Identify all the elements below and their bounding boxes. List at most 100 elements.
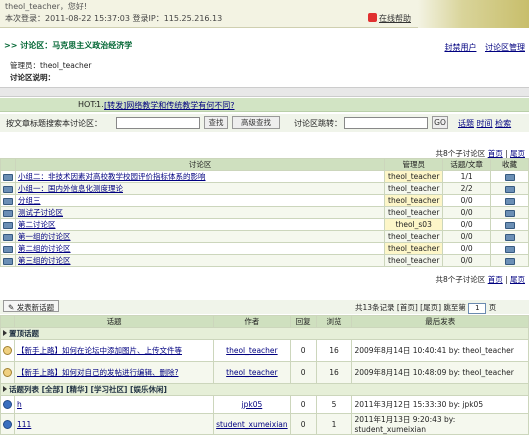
last-page-link[interactable]: 尾页 [510,275,525,284]
forum-row: 第二讨论区 theol_s03 0/0 [0,218,529,231]
forum-link[interactable]: 分组三 [18,196,41,205]
favorite-icon[interactable] [504,245,515,253]
forum-link[interactable]: 第二讨论区 [18,220,56,229]
favorite-icon[interactable] [504,209,515,217]
page-select[interactable]: 1 [468,302,487,314]
forum-total: 共8个子讨论区 [435,149,486,158]
jump-label: 讨论区跳转： [294,119,342,128]
topic-header-row: 话题 作者 回复 浏览 最后发表 [0,315,529,328]
author-link[interactable]: student_xumeixian [216,420,288,429]
collapse-icon[interactable] [3,386,7,392]
collapse-icon[interactable] [3,330,7,336]
folder-icon [3,221,13,229]
author-link[interactable]: theol_teacher [226,368,277,377]
first-page-link[interactable]: 首页 [488,275,503,284]
admin-label: 管理员：theol_teacher [10,61,92,70]
hot-topic-link[interactable]: [转发]网络教学和传统教学有何不同? [104,100,235,111]
favorite-icon[interactable] [504,221,515,229]
forum-row: 第二组的讨论区 theol_teacher 0/0 [0,242,529,255]
col-reply: 回复 [289,315,317,328]
forum-link[interactable]: 小组一：国内外信息化测度理论 [18,184,123,193]
go-button[interactable]: GO [432,116,448,129]
pinned-section-row: 置顶话题 [0,327,529,340]
folder-icon [3,245,13,253]
favorite-icon[interactable] [504,173,515,181]
forum-link[interactable]: 第三组的讨论区 [18,256,71,265]
advanced-search-button[interactable]: 高级查找 [232,116,280,129]
author-link[interactable]: jpk05 [242,400,263,409]
jump-select[interactable] [344,117,428,129]
forum-row: 小组二：非技术因素对高校教学校园评价指标体系的影响 theol_teacher 1/… [0,170,529,183]
welcome-text: theol_teacher，您好! [5,2,88,11]
breadcrumb: >> 讨论区：马克思主义政治经济学 [4,41,133,50]
hot-num: 1. [96,100,104,109]
pinned-topic-row: 【新手上路】如何在论坛中添加图片、上传文件等 theol_teacher 0 16 20… [0,339,529,362]
folder-icon [3,197,13,205]
first-page-link[interactable]: 首页 [488,149,503,158]
hot-label: HOT: [78,100,98,109]
divider [0,87,529,97]
sort-search-link[interactable]: 检索 [495,119,511,128]
forum-row: 分组三 theol_teacher 0/0 [0,194,529,207]
forum-link[interactable]: 第一组的讨论区 [18,232,71,241]
header-decoration [418,0,529,28]
favorite-icon[interactable] [504,185,515,193]
forum-row: 小组一：国内外信息化测度理论 theol_teacher 2/2 [0,182,529,195]
col-fav: 收藏 [490,158,529,171]
forum-link[interactable]: 测试子讨论区 [18,208,63,217]
sort-time-link[interactable]: 时间 [477,119,493,128]
forum-header-row: 讨论区 管理员 话题/文章 收藏 [0,158,529,171]
hot-topic-bar: HOT: 1. [转发]网络教学和传统教学有何不同? [0,98,529,112]
topic-row: h jpk05 0 5 2011年3月12日 15:33:30 by: jpk05 [0,395,529,414]
pin-icon [3,368,12,378]
pinned-topic-row: 【新手上路】如何对自己的发帖进行编辑、删除? theol_teacher 0 16 20… [0,361,529,384]
topic-pager: 共13条记录 [首页] [尾页] 跳至第 1 页 [355,302,497,314]
folder-icon [3,233,13,241]
topic-list-section-row: 话题列表 [全部] [精华] [学习社区] [娱乐休闲] [0,383,529,396]
pencil-icon: ✎ [8,303,15,312]
help-link[interactable]: 在线帮助 [368,13,411,24]
col-topic: 话题 [13,315,215,328]
col-last: 最后发表 [351,315,529,328]
folder-icon [3,185,13,193]
topic-link[interactable]: 【新手上路】如何在论坛中添加图片、上传文件等 [17,346,182,355]
description-label: 讨论区说明： [10,73,55,82]
topic-icon [3,400,12,410]
col-count: 话题/文章 [442,158,492,171]
topic-row: 111 student_xumeixian 0 1 2011年1月13日 9:20:43… [0,413,529,435]
search-button[interactable]: 查找 [204,116,228,129]
forum-row: 第三组的讨论区 theol_teacher 0/0 [0,254,529,267]
forum-manage-link[interactable]: 讨论区管理 [485,43,525,52]
forum-table: 讨论区 管理员 话题/文章 收藏 小组二：非技术因素对高校教学校园评价指标体系的… [0,158,529,267]
forum-pager-bottom: 共8个子讨论区 首页 | 尾页 [435,275,525,284]
sort-topic-link[interactable]: 话题 [458,119,474,128]
new-topic-button[interactable]: ✎ 发表新话题 [3,300,60,312]
col-view: 浏览 [315,315,353,328]
favorite-icon[interactable] [504,197,515,205]
search-input[interactable] [116,117,200,129]
col-admin: 管理员 [384,158,444,171]
ban-users-link[interactable]: 封禁用户 [444,43,476,52]
folder-icon [3,209,13,217]
favorite-icon[interactable] [504,257,515,265]
forum-link[interactable]: 第二组的讨论区 [18,244,71,253]
search-label: 按文章标题搜索本讨论区： [6,119,102,128]
topic-icon [3,419,12,429]
forum-link[interactable]: 小组二：非技术因素对高校教学校园评价指标体系的影响 [18,172,206,181]
pin-icon [3,346,12,356]
topic-link[interactable]: h [17,400,22,409]
topic-link[interactable]: 111 [17,420,31,429]
forum-row: 第一组的讨论区 theol_teacher 0/0 [0,230,529,243]
author-link[interactable]: theol_teacher [226,346,277,355]
search-bar: 按文章标题搜索本讨论区： 查找 高级查找 讨论区跳转： GO 话题 时间 检索 [0,114,529,132]
sort-links: 话题 时间 检索 [458,118,511,129]
col-forum: 讨论区 [14,158,386,171]
folder-icon [3,173,13,181]
topic-link[interactable]: 【新手上路】如何对自己的发帖进行编辑、删除? [17,368,178,377]
folder-icon [3,257,13,265]
login-info: 本次登录：2011-08-22 15:37:03 登录IP：115.25.216… [5,14,223,23]
forum-admin-links: 封禁用户 讨论区管理 [438,42,525,53]
help-icon [368,13,377,22]
last-page-link[interactable]: 尾页 [510,149,525,158]
favorite-icon[interactable] [504,233,515,241]
